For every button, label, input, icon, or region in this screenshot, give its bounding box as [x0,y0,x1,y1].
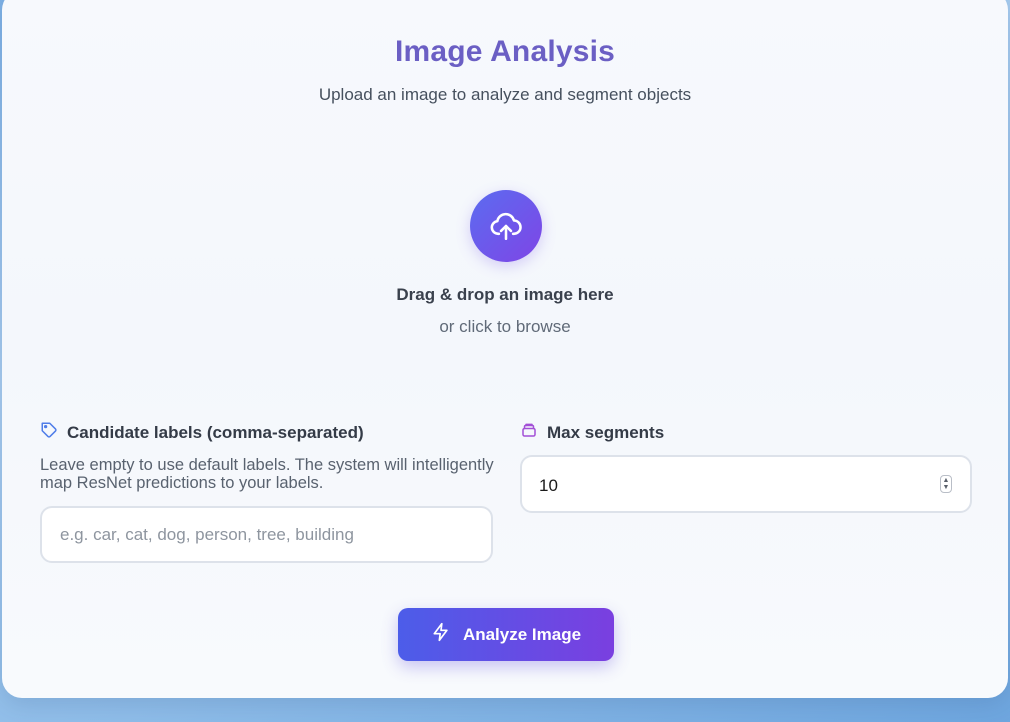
number-stepper[interactable]: ▲ ▼ [940,475,952,493]
candidate-labels-heading: Candidate labels (comma-separated) [40,421,364,444]
max-segments-label: Max segments [547,422,665,442]
image-dropzone[interactable]: Drag & drop an image here or click to br… [300,180,710,350]
candidate-labels-label: Candidate labels (comma-separated) [67,422,364,442]
page-title: Image Analysis [394,35,616,68]
chevron-down-icon[interactable]: ▼ [943,484,950,491]
labels-helper-text: Leave empty to use default labels. The s… [40,456,494,492]
max-segments-heading: Max segments [520,421,664,444]
dropzone-sub-text: or click to browse [439,317,571,336]
chevron-up-icon[interactable]: ▲ [943,477,950,484]
dropzone-main-text: Drag & drop an image here [396,285,614,304]
page-subtitle: Upload an image to analyze and segment o… [318,85,692,104]
tag-icon [40,421,58,444]
max-segments-value: 10 [539,476,558,495]
layers-icon [520,421,538,444]
max-segments-input[interactable]: 10 ▲ ▼ [520,455,972,513]
lightning-icon [431,622,451,647]
candidate-labels-input[interactable] [40,506,493,563]
analyze-image-label: Analyze Image [462,624,582,644]
cloud-upload-icon [470,190,542,262]
analyze-image-button[interactable]: Analyze Image [398,608,614,661]
